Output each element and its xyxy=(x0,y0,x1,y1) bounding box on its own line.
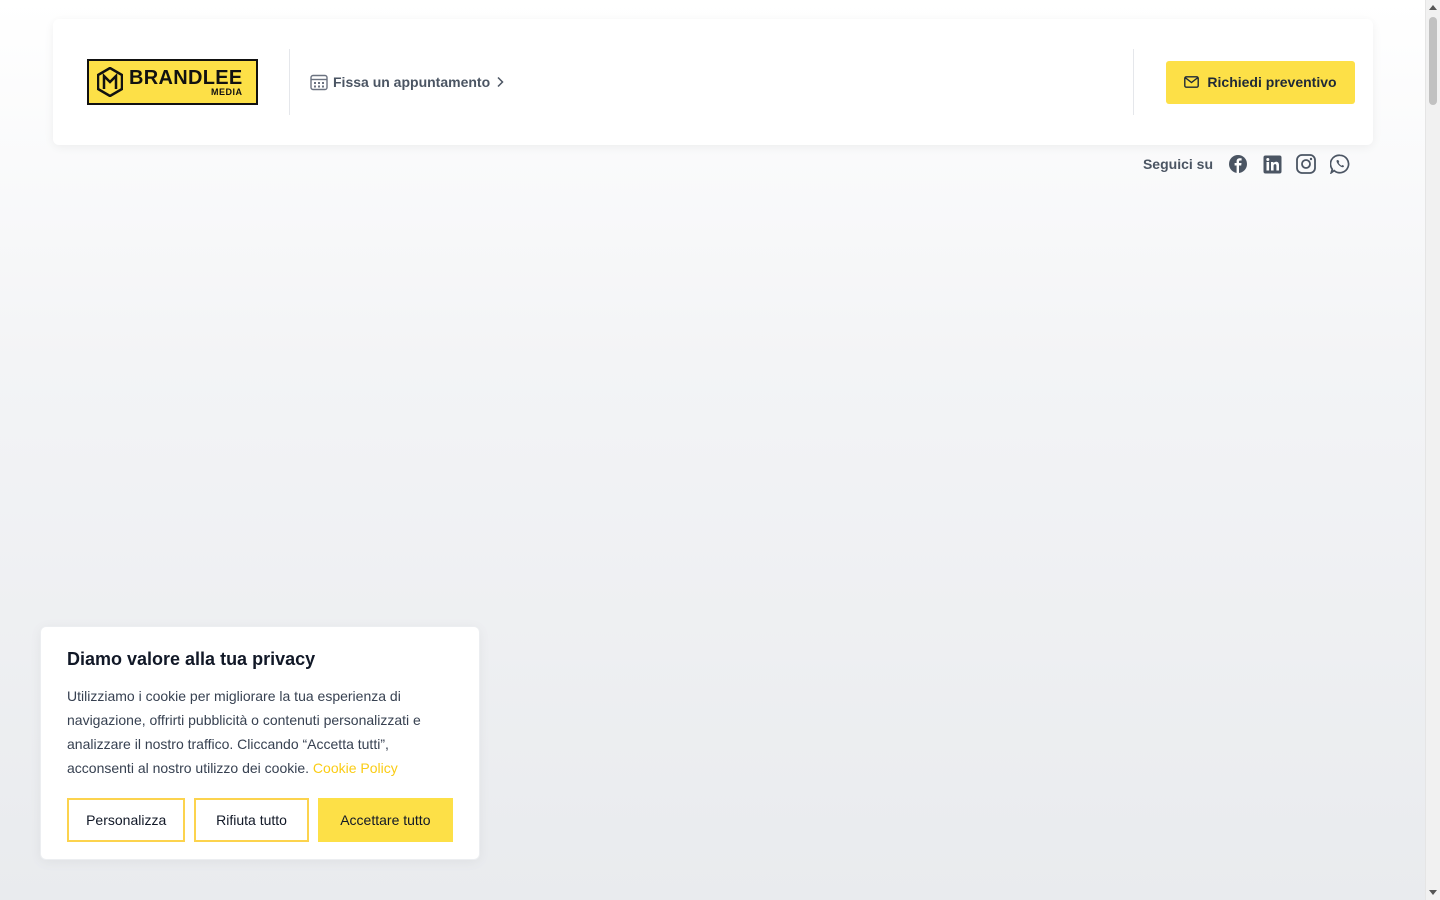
header-divider xyxy=(1133,49,1134,115)
social-label: Seguici su xyxy=(1142,156,1213,172)
chevron-right-icon xyxy=(497,76,504,88)
calendar-icon xyxy=(310,74,328,91)
cookie-policy-link[interactable]: Cookie Policy xyxy=(313,760,398,776)
cookie-title: Diamo valore alla tua privacy xyxy=(67,649,316,669)
facebook-icon[interactable] xyxy=(1227,153,1249,175)
brand-logo[interactable]: BRANDLEE MEDIA xyxy=(87,59,258,105)
cookie-text: Utilizziamo i cookie per migliorare la t… xyxy=(67,684,453,780)
scroll-thumb[interactable] xyxy=(1429,17,1437,105)
logo-container: BRANDLEE MEDIA xyxy=(53,49,290,115)
instagram-icon[interactable] xyxy=(1295,153,1317,175)
appointment-link[interactable]: Fissa un appuntamento xyxy=(310,73,505,91)
logo-brand: BRANDLEE xyxy=(129,66,243,89)
request-quote-button[interactable]: Richiedi preventivo xyxy=(1166,60,1355,104)
page: BRANDLEE MEDIA Fissa un appuntamento Ric… xyxy=(0,0,1425,900)
customize-button[interactable]: Personalizza xyxy=(67,798,186,842)
site-header: BRANDLEE MEDIA Fissa un appuntamento Ric… xyxy=(53,19,1373,145)
scroll-down-arrow[interactable] xyxy=(1429,890,1437,895)
logo-text: BRANDLEE MEDIA xyxy=(129,68,243,97)
cookie-banner: Diamo valore alla tua privacy Utilizziam… xyxy=(40,626,480,860)
appointment-label: Fissa un appuntamento xyxy=(333,74,491,90)
social-links: Seguici su xyxy=(1143,153,1351,175)
accept-all-button[interactable]: Accettare tutto xyxy=(317,798,453,842)
linkedin-icon[interactable] xyxy=(1261,153,1283,175)
reject-all-button[interactable]: Rifiuta tutto xyxy=(194,798,309,842)
logo-mark-icon xyxy=(97,67,123,97)
logo-sub: MEDIA xyxy=(211,86,243,97)
cookie-buttons: Personalizza Rifiuta tutto Accettare tut… xyxy=(67,798,453,842)
scroll-up-arrow[interactable] xyxy=(1429,5,1437,10)
whatsapp-icon[interactable] xyxy=(1329,153,1351,175)
scrollbar[interactable] xyxy=(1425,0,1440,900)
request-quote-label: Richiedi preventivo xyxy=(1207,74,1337,90)
mail-icon xyxy=(1184,76,1200,88)
